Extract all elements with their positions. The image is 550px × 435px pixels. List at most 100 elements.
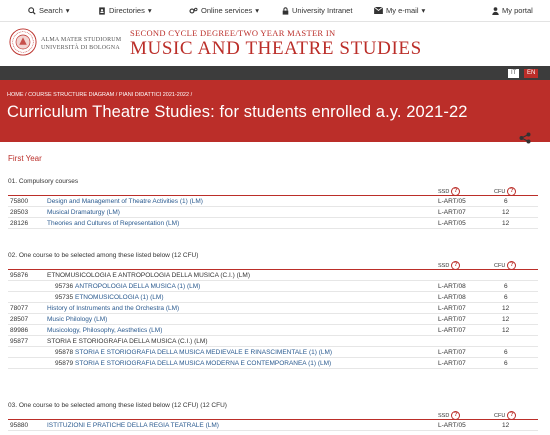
portal-link[interactable]: My portal xyxy=(492,6,533,15)
course-cfu: 12 xyxy=(502,220,510,227)
help-icon[interactable]: ? xyxy=(451,187,461,196)
course-link[interactable]: Music Philology (LM) xyxy=(47,316,107,323)
table-row: 89986 Musicology, Philosophy, Aesthetics… xyxy=(8,325,538,336)
directories-label: Directories xyxy=(109,6,145,15)
course-link[interactable]: ISTITUZIONI E PRATICHE DELLA REGIA TEATR… xyxy=(47,422,219,429)
table-row: 95876 ETNOMUSICOLOGIA E ANTROPOLOGIA DEL… xyxy=(8,270,538,281)
course-ssd: L-ART/05 xyxy=(438,198,466,205)
course-link[interactable]: STORIA E STORIOGRAFIA DELLA MUSICA MEDIE… xyxy=(75,349,332,356)
university-intranet-link[interactable]: University Intranet xyxy=(282,6,352,15)
ssd-header-label: SSD xyxy=(438,412,450,419)
language-it-button[interactable]: IT xyxy=(508,69,520,78)
university-name-line1: ALMA MATER STUDIORUM xyxy=(41,37,122,43)
help-icon[interactable]: ? xyxy=(507,187,517,196)
course-ssd: L-ART/07 xyxy=(438,360,466,367)
search-label: Search xyxy=(39,6,63,15)
course-ssd: L-ART/07 xyxy=(438,316,466,323)
help-icon[interactable]: ? xyxy=(507,411,517,420)
intranet-label: University Intranet xyxy=(292,6,353,15)
course-link[interactable]: ANTROPOLOGIA DELLA MUSICA (1) (LM) xyxy=(75,283,200,290)
course-ssd: L-ART/05 xyxy=(438,220,466,227)
ssd-header-label: SSD xyxy=(438,188,450,195)
table-row: 95736 ANTROPOLOGIA DELLA MUSICA (1) (LM)… xyxy=(8,281,538,292)
cfu-header-label: CFU xyxy=(494,262,506,269)
table-row: 95877 STORIA E STORIOGRAFIA DELLA MUSICA… xyxy=(8,336,538,347)
help-icon[interactable]: ? xyxy=(451,261,461,270)
user-icon xyxy=(492,6,499,15)
envelope-icon xyxy=(374,7,383,14)
course-cfu: 6 xyxy=(504,349,508,356)
course-link[interactable]: Theories and Cultures of Representation … xyxy=(47,220,179,227)
address-book-icon xyxy=(99,6,105,15)
course-link[interactable]: Musicology, Philosophy, Aesthetics (LM) xyxy=(47,327,162,334)
table-row: 75800 Design and Management of Theatre A… xyxy=(8,196,538,207)
section-table-header: SSD? CFU? xyxy=(8,408,538,420)
course-cfu: 12 xyxy=(502,305,510,312)
course-code: 95880 xyxy=(10,422,29,429)
section-table-header: SSD? CFU? xyxy=(8,258,538,270)
section-table-header: SSD? CFU? xyxy=(8,184,538,196)
cfu-header: CFU? xyxy=(494,187,517,196)
course-cfu: 6 xyxy=(504,198,508,205)
university-seal-logo[interactable] xyxy=(9,28,37,56)
top-utility-bar: Search ▾ Directories ▾ Online services ▾… xyxy=(0,0,550,22)
cfu-header-label: CFU xyxy=(494,188,506,195)
help-icon[interactable]: ? xyxy=(451,411,461,420)
course-code: 89986 xyxy=(10,327,29,334)
year-heading: First Year xyxy=(8,154,42,163)
course-code: 95878 xyxy=(55,349,74,356)
help-icon[interactable]: ? xyxy=(507,261,517,270)
lock-icon xyxy=(282,6,289,15)
university-name: ALMA MATER STUDIORUM UNIVERSITÀ DI BOLOG… xyxy=(41,36,121,52)
course-code: 95876 xyxy=(10,272,29,279)
search-menu[interactable]: Search ▾ xyxy=(28,6,70,15)
course-code: 78077 xyxy=(10,305,29,312)
course-group-name: STORIA E STORIOGRAFIA DELLA MUSICA (C.I.… xyxy=(47,338,208,345)
table-row: 95878 STORIA E STORIOGRAFIA DELLA MUSICA… xyxy=(8,347,538,358)
cfu-header: CFU? xyxy=(494,411,517,420)
online-services-menu[interactable]: Online services ▾ xyxy=(189,6,259,15)
course-link[interactable]: Musical Dramaturgy (LM) xyxy=(47,209,120,216)
language-en-button[interactable]: EN xyxy=(524,69,539,78)
course-cfu: 6 xyxy=(504,283,508,290)
table-row: 28507 Music Philology (LM) L-ART/07 12 xyxy=(8,314,538,325)
online-services-label: Online services xyxy=(201,6,253,15)
university-name-line2: UNIVERSITÀ DI BOLOGNA xyxy=(41,45,120,51)
caret-down-icon: ▾ xyxy=(421,6,426,15)
table-row: 95880 ISTITUZIONI E PRATICHE DELLA REGIA… xyxy=(8,420,538,431)
course-ssd: L-ART/08 xyxy=(438,283,466,290)
cfu-header: CFU? xyxy=(494,261,517,270)
course-code: 75800 xyxy=(10,198,29,205)
ssd-header: SSD? xyxy=(438,187,461,196)
page-banner: HOME / COURSE STRUCTURE DIAGRAM / PIANI … xyxy=(0,80,550,142)
table-row: 78077 History of Instruments and the Orc… xyxy=(8,303,538,314)
course-code: 95879 xyxy=(55,360,74,367)
course-code: 28507 xyxy=(10,316,29,323)
course-ssd: L-ART/07 xyxy=(438,209,466,216)
caret-down-icon: ▾ xyxy=(147,6,152,15)
course-cfu: 6 xyxy=(504,360,508,367)
course-code: 28503 xyxy=(10,209,29,216)
course-cfu: 12 xyxy=(502,316,510,323)
course-link[interactable]: ETNOMUSICOLOGIA (1) (LM) xyxy=(75,294,163,301)
directories-menu[interactable]: Directories ▾ xyxy=(98,6,152,15)
course-code: 95736 xyxy=(55,283,74,290)
course-code: 95735 xyxy=(55,294,74,301)
course-group-name: ETNOMUSICOLOGIA E ANTROPOLOGIA DELLA MUS… xyxy=(47,272,250,279)
breadcrumb[interactable]: HOME / COURSE STRUCTURE DIAGRAM / PIANI … xyxy=(7,92,192,98)
course-link[interactable]: STORIA E STORIOGRAFIA DELLA MUSICA MODER… xyxy=(75,360,331,367)
ssd-header-label: SSD xyxy=(438,262,450,269)
email-menu[interactable]: My e-mail ▾ xyxy=(374,6,425,15)
share-icon[interactable] xyxy=(519,132,531,144)
course-cfu: 12 xyxy=(502,422,510,429)
course-code: 95877 xyxy=(10,338,29,345)
portal-label: My portal xyxy=(502,6,533,15)
table-row: 95879 STORIA E STORIOGRAFIA DELLA MUSICA… xyxy=(8,358,538,369)
program-name[interactable]: MUSIC AND THEATRE STUDIES xyxy=(130,38,422,60)
ssd-header: SSD? xyxy=(438,411,461,420)
course-link[interactable]: History of Instruments and the Orchestra… xyxy=(47,305,179,312)
cfu-header-label: CFU xyxy=(494,412,506,419)
table-row: 95735 ETNOMUSICOLOGIA (1) (LM) L-ART/08 … xyxy=(8,292,538,303)
table-row: 28503 Musical Dramaturgy (LM) L-ART/07 1… xyxy=(8,207,538,218)
course-link[interactable]: Design and Management of Theatre Activit… xyxy=(47,198,203,205)
